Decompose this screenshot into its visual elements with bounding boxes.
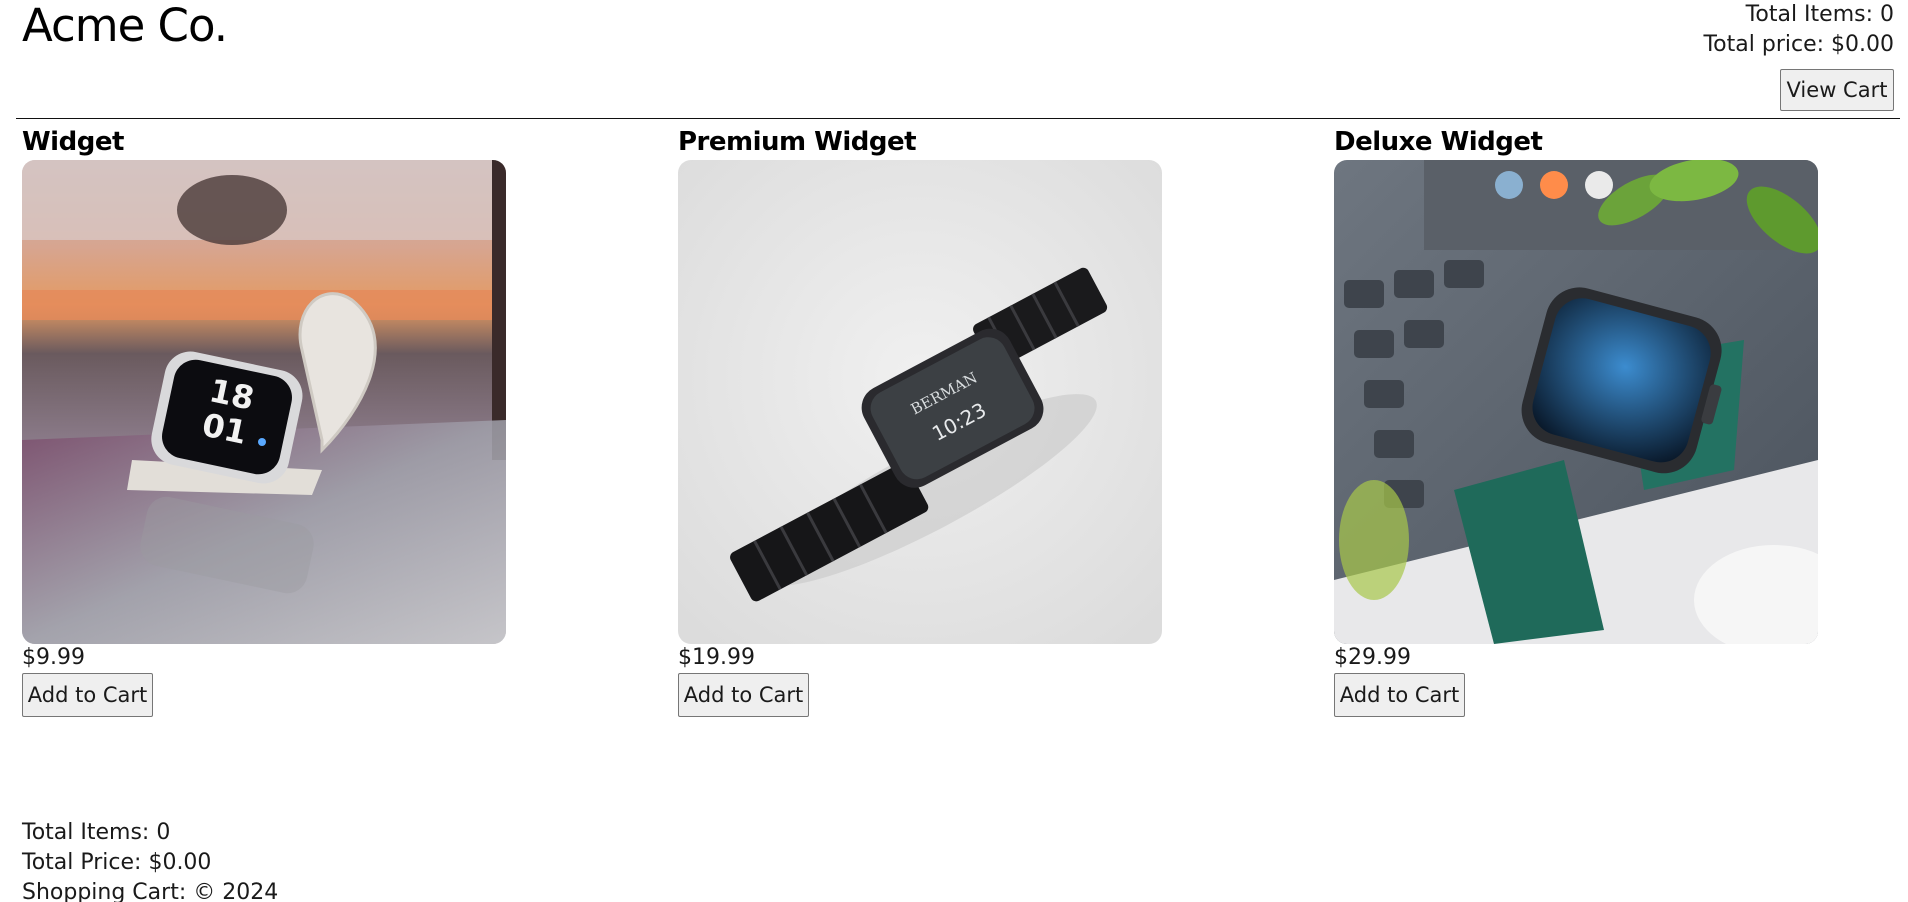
product-name: Deluxe Widget <box>1334 127 1543 157</box>
product-card: Widget 18 01 $9.99 Add to Cart <box>22 126 512 717</box>
add-to-cart-button[interactable]: Add to Cart <box>1334 673 1465 717</box>
footer-total-items: Total Items: 0 <box>22 820 171 845</box>
brand-title: Acme Co. <box>22 0 228 52</box>
header-total-price: Total price: $0.00 <box>1703 32 1894 57</box>
header-total-items: Total Items: 0 <box>1745 2 1894 27</box>
green-leather-smartwatch-image <box>1334 160 1818 644</box>
add-to-cart-button[interactable]: Add to Cart <box>22 673 153 717</box>
product-price: $9.99 <box>22 645 85 670</box>
view-cart-button[interactable]: View Cart <box>1780 69 1894 111</box>
product-price: $29.99 <box>1334 645 1411 670</box>
black-link-smartwatch-image: BERMAN 10:23 <box>678 160 1162 644</box>
product-card: Deluxe Widget $29.99 Add to Cart <box>1334 126 1824 717</box>
product-price: $19.99 <box>678 645 755 670</box>
product-name: Widget <box>22 127 124 157</box>
site-header: Acme Co. Total Items: 0 Total price: $0.… <box>16 0 1900 119</box>
add-to-cart-button[interactable]: Add to Cart <box>678 673 809 717</box>
cart-summary: Total Items: 0 Total price: $0.00 <box>1703 0 1894 60</box>
page: Acme Co. Total Items: 0 Total price: $0.… <box>0 0 1908 902</box>
product-card: Premium Widget BERMAN 10:23 $19.99 Add t… <box>678 126 1168 717</box>
white-smartwatch-image: 18 01 <box>22 160 506 644</box>
product-name: Premium Widget <box>678 127 917 157</box>
footer-copyright: Shopping Cart: © 2024 <box>22 880 279 902</box>
site-footer: Total Items: 0 Total Price: $0.00 Shoppi… <box>22 818 278 902</box>
footer-total-price: Total Price: $0.00 <box>22 850 212 875</box>
